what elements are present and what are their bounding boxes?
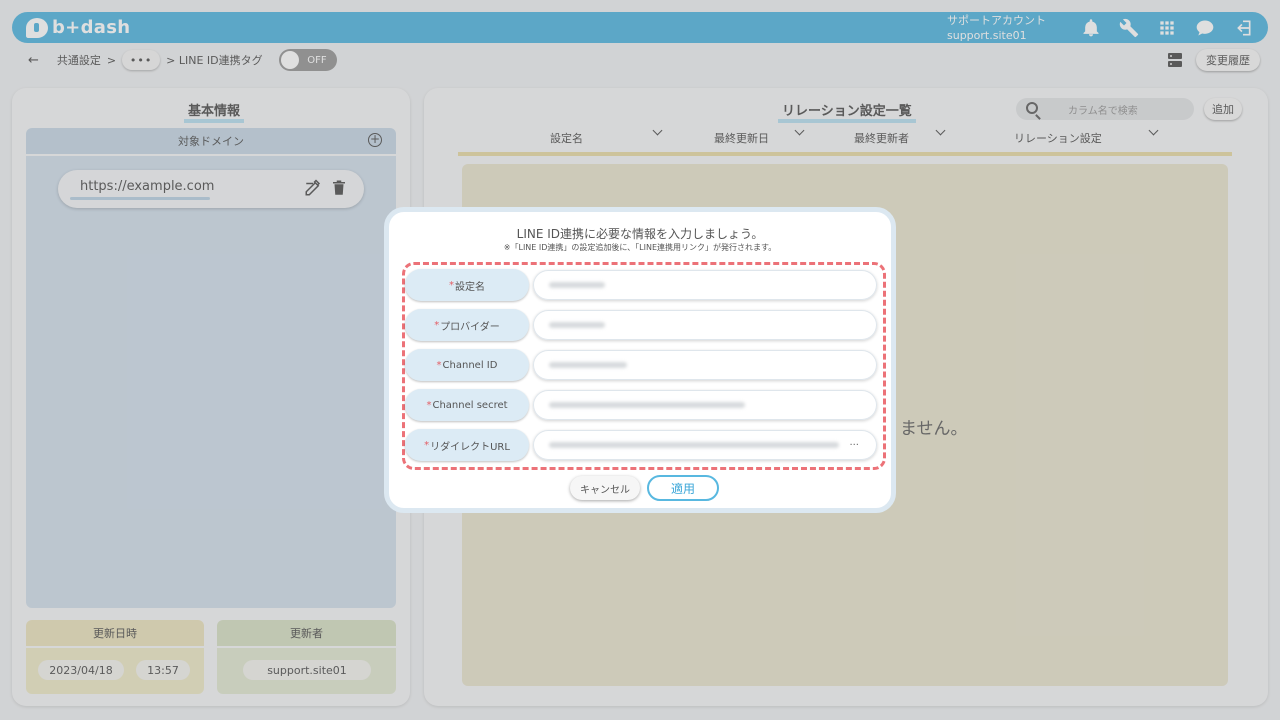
blurred-value: [549, 282, 605, 288]
required-fields-highlight: * 設定名 * プロバイダー * Channel ID * Channel secret…: [402, 262, 886, 470]
field-row-channel-id: * Channel ID: [405, 349, 879, 383]
field-label-text: 設定名: [455, 281, 485, 293]
blurred-value: [549, 402, 745, 408]
required-mark: *: [434, 319, 440, 331]
field-label-text: Channel secret: [432, 399, 508, 411]
overflow-ellipsis: ...: [849, 437, 859, 448]
field-row-provider: * プロバイダー: [405, 309, 879, 343]
line-id-modal: LINE ID連携に必要な情報を入力しましょう。 ※「LINE ID連携」の設定…: [384, 207, 896, 513]
field-label: * リダイレクトURL: [405, 429, 529, 461]
required-mark: *: [424, 439, 430, 451]
field-label-text: リダイレクトURL: [430, 441, 510, 453]
field-label: * Channel ID: [405, 349, 529, 381]
modal-note: ※「LINE ID連携」の設定追加後に、「LINE連携用リンク」が発行されます。: [503, 243, 777, 252]
channel-secret-input[interactable]: [533, 390, 877, 420]
field-label-text: プロバイダー: [440, 321, 500, 333]
field-label-text: Channel ID: [442, 359, 498, 371]
modal-title: LINE ID連携に必要な情報を入力しましょう。: [516, 227, 764, 241]
field-row-channel-secret: * Channel secret: [405, 389, 879, 423]
redirect-url-input[interactable]: ...: [533, 430, 877, 460]
field-row-redirect-url: * リダイレクトURL ...: [405, 429, 879, 463]
setting-name-input[interactable]: [533, 270, 877, 300]
apply-button[interactable]: 適用: [647, 475, 719, 501]
field-label: * Channel secret: [405, 389, 529, 421]
field-label: * 設定名: [405, 269, 529, 301]
channel-id-input[interactable]: [533, 350, 877, 380]
cancel-button[interactable]: キャンセル: [570, 476, 640, 500]
field-label: * プロバイダー: [405, 309, 529, 341]
required-mark: *: [426, 399, 432, 411]
blurred-value: [549, 362, 627, 368]
required-mark: *: [436, 359, 442, 371]
field-row-setting-name: * 設定名: [405, 269, 879, 303]
blurred-value: [549, 322, 605, 328]
blurred-value: [549, 442, 839, 448]
provider-input[interactable]: [533, 310, 877, 340]
required-mark: *: [449, 279, 454, 291]
